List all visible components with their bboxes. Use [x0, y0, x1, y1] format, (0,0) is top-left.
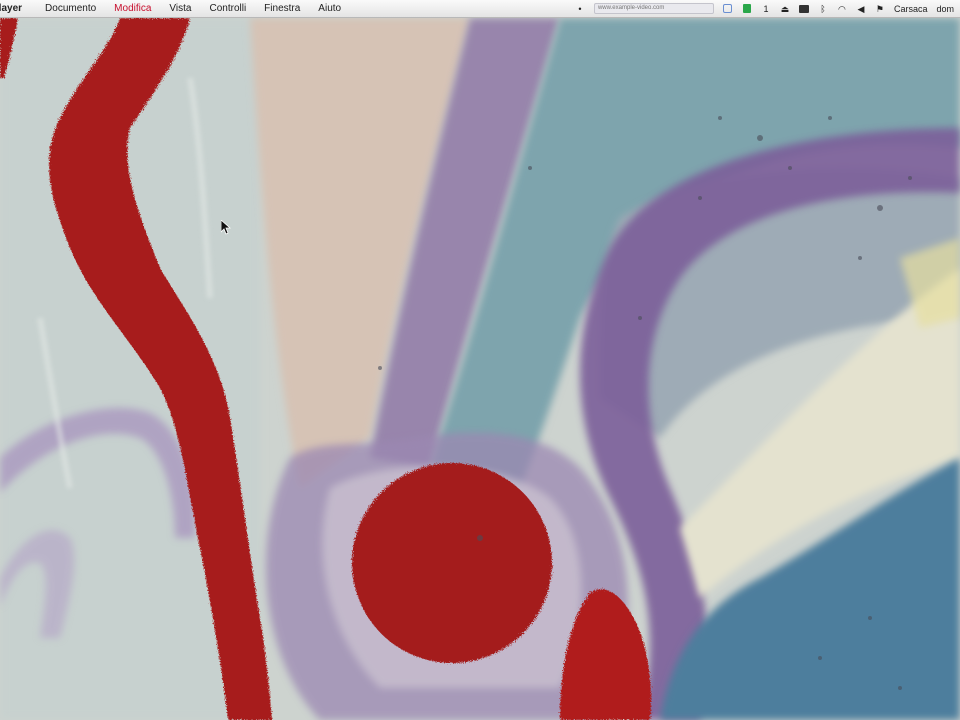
- red-circle: [352, 463, 552, 663]
- menu-documento[interactable]: Documento: [36, 0, 105, 17]
- menu-vista[interactable]: Vista: [160, 0, 200, 17]
- blue-square-icon[interactable]: [723, 4, 733, 14]
- video-frame: [0, 18, 960, 720]
- dark-square-icon[interactable]: [798, 4, 809, 14]
- volume-icon[interactable]: ◀: [856, 4, 866, 14]
- menu-extras: • www.example-video.com 1 ⏏ ᛒ ◠ ◀ ⚑ Cars…: [575, 0, 954, 17]
- clock: dom: [936, 3, 954, 14]
- menu-bar: Player Documento Modifica Vista Controll…: [0, 0, 960, 18]
- dot-icon[interactable]: •: [575, 4, 585, 14]
- bluetooth-icon[interactable]: ᛒ: [818, 4, 828, 14]
- menu-modifica[interactable]: Modifica: [105, 0, 160, 17]
- eject-icon[interactable]: ⏏: [780, 4, 790, 14]
- number-icon[interactable]: 1: [761, 4, 771, 14]
- status-field[interactable]: www.example-video.com: [593, 3, 714, 14]
- menu-aiuto[interactable]: Aiuto: [309, 0, 350, 17]
- menu-finestra[interactable]: Finestra: [255, 0, 309, 17]
- wifi-icon[interactable]: ◠: [837, 4, 847, 14]
- arrow-cursor: [221, 220, 231, 235]
- menu-controlli[interactable]: Controlli: [200, 0, 255, 17]
- user-name[interactable]: Carsaca: [894, 4, 928, 14]
- app-menu[interactable]: Player: [0, 3, 36, 14]
- menu-left: Player Documento Modifica Vista Controll…: [0, 0, 350, 17]
- flag-icon[interactable]: ⚑: [875, 4, 885, 14]
- green-square-icon[interactable]: [742, 4, 752, 14]
